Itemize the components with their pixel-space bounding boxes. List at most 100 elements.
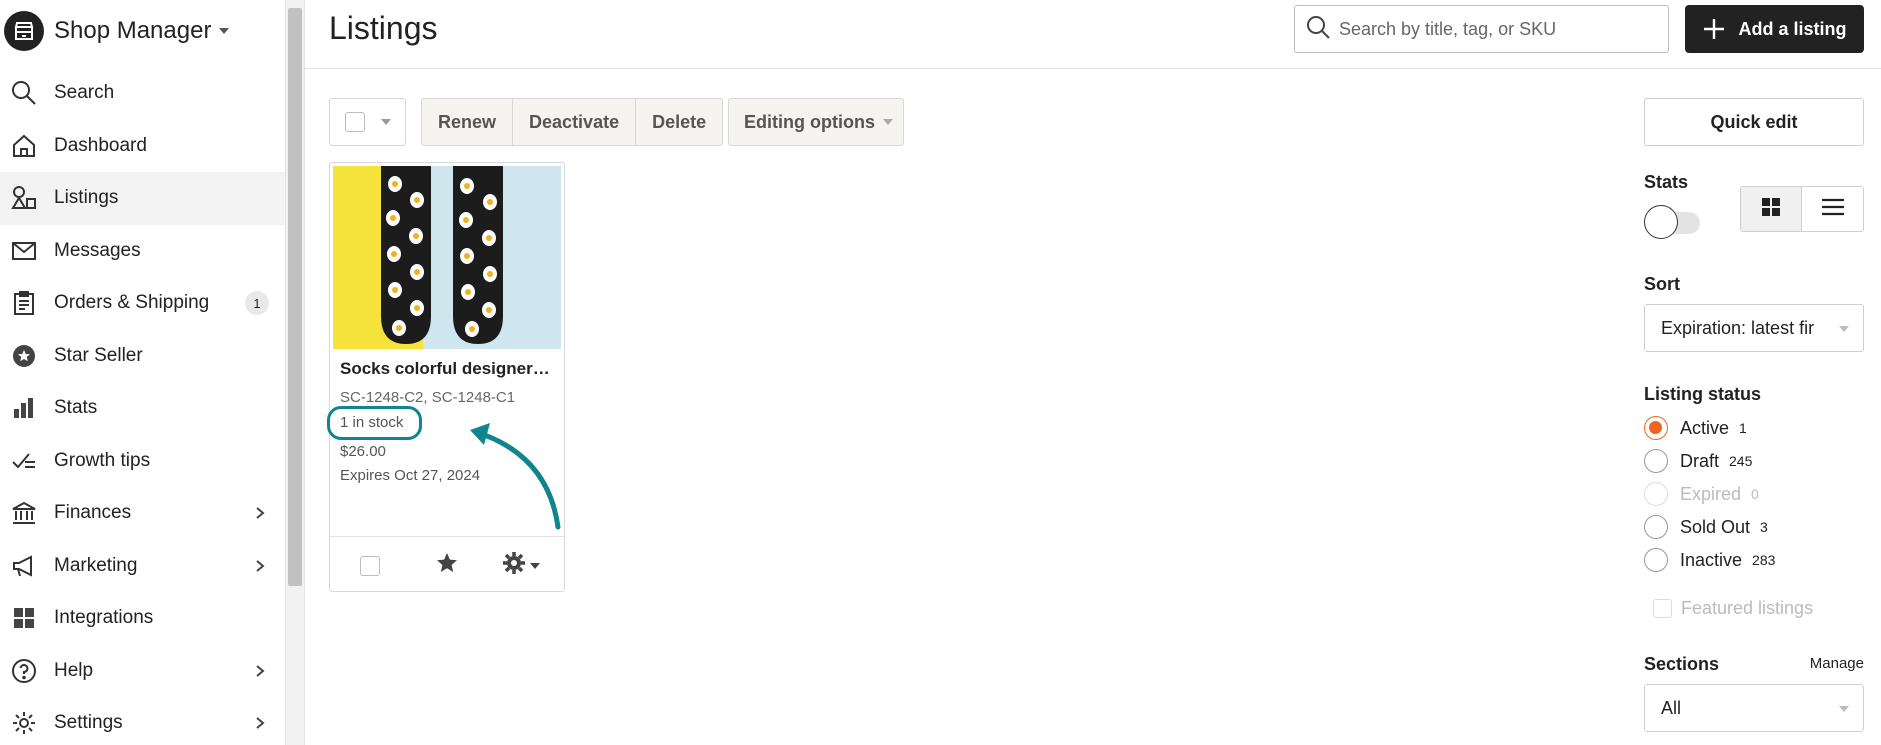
sidebar-scrollbar-thumb[interactable]	[288, 8, 302, 586]
sidebar-item-label: Orders & Shipping	[54, 292, 210, 314]
chevron-down-icon	[1839, 326, 1849, 332]
status-draft-radio[interactable]	[1644, 449, 1668, 473]
chevron-down-icon	[1839, 706, 1849, 712]
editing-options-dropdown[interactable]: Editing options	[728, 98, 904, 146]
mail-icon	[10, 237, 38, 265]
chevron-down-icon	[530, 562, 540, 569]
featured-listings-filter: Featured listings	[1644, 598, 1813, 619]
star-badge-icon	[10, 342, 38, 370]
sort-select[interactable]: Expiration: latest fir	[1644, 304, 1864, 352]
listing-sku: SC-1248-C2, SC-1248-C1	[340, 389, 516, 406]
listing-settings-menu[interactable]	[502, 551, 540, 580]
sidebar-item-help[interactable]: Help	[0, 645, 285, 698]
bank-icon	[10, 499, 38, 527]
bar-chart-icon	[10, 394, 38, 422]
chevron-right-icon	[253, 716, 267, 730]
page-title: Listings	[329, 10, 438, 46]
status-option-count: 0	[1751, 486, 1759, 502]
sidebar-item-marketing[interactable]: Marketing	[0, 540, 285, 593]
status-option-label: Sold Out	[1680, 516, 1751, 537]
feature-star-icon[interactable]	[435, 551, 459, 580]
stats-toggle[interactable]	[1644, 205, 1700, 239]
view-mode-toggle	[1740, 186, 1864, 232]
sections-label: Sections	[1644, 654, 1720, 674]
status-expired-radio	[1644, 482, 1668, 506]
sidebar-item-finances[interactable]: Finances	[0, 487, 285, 540]
sections-selected-value: All	[1661, 697, 1682, 718]
status-inactive-option[interactable]: Inactive 283	[1644, 547, 1775, 573]
sidebar-item-label: Integrations	[54, 607, 154, 629]
sidebar-item-label: Stats	[54, 397, 98, 419]
listing-card-footer	[330, 536, 564, 592]
sort-label: Sort	[1644, 274, 1680, 294]
sidebar-item-label: Listings	[54, 187, 119, 209]
list-view-icon	[1821, 197, 1845, 222]
shop-manager-menu[interactable]: Shop Manager	[4, 10, 230, 52]
sections-select[interactable]: All	[1644, 684, 1864, 732]
sidebar: Shop Manager Search Dashboard Listings M…	[0, 0, 285, 745]
sidebar-item-dashboard[interactable]: Dashboard	[0, 120, 285, 173]
gear-icon	[502, 551, 526, 580]
listing-filters-panel: Quick edit Stats Sort Expiration: latest…	[1644, 0, 1864, 745]
select-all-dropdown[interactable]	[329, 98, 406, 146]
grid-icon	[10, 604, 38, 632]
sidebar-item-label: Search	[54, 82, 115, 104]
sidebar-item-label: Growth tips	[54, 449, 151, 471]
quick-edit-button[interactable]: Quick edit	[1644, 98, 1864, 146]
select-all-checkbox[interactable]	[345, 112, 365, 132]
listing-price: $26.00	[340, 443, 386, 460]
editing-options-label: Editing options	[744, 111, 875, 132]
sidebar-item-orders-shipping[interactable]: Orders & Shipping 1	[0, 277, 285, 330]
delete-button[interactable]: Delete	[636, 99, 722, 145]
growth-icon	[10, 447, 38, 475]
listing-thumbnail[interactable]	[333, 166, 561, 349]
sidebar-nav: Search Dashboard Listings Messages Order…	[0, 67, 285, 745]
chevron-down-icon	[381, 119, 391, 125]
listing-title[interactable]: Socks colorful designer…	[340, 359, 558, 379]
status-sold-out-option[interactable]: Sold Out 3	[1644, 514, 1768, 540]
status-inactive-radio[interactable]	[1644, 548, 1668, 572]
listing-search-box[interactable]	[1294, 5, 1669, 53]
annotation-arrow	[470, 423, 561, 530]
status-option-label: Inactive	[1680, 549, 1743, 570]
sidebar-item-search[interactable]: Search	[0, 67, 285, 120]
shop-logo-icon	[4, 11, 44, 51]
sort-selected-value: Expiration: latest fir	[1661, 317, 1815, 338]
status-active-radio[interactable]	[1644, 416, 1668, 440]
help-icon	[10, 657, 38, 685]
status-option-label: Expired	[1680, 483, 1742, 504]
status-option-count: 3	[1760, 519, 1768, 535]
sidebar-item-stats[interactable]: Stats	[0, 382, 285, 435]
listing-select-checkbox[interactable]	[360, 556, 380, 576]
grid-view-button[interactable]	[1741, 187, 1803, 231]
status-option-count: 283	[1752, 552, 1776, 568]
chevron-down-icon	[219, 28, 230, 34]
sidebar-item-label: Star Seller	[54, 344, 143, 366]
status-active-option[interactable]: Active 1	[1644, 415, 1747, 441]
sidebar-item-settings[interactable]: Settings	[0, 697, 285, 745]
sidebar-item-star-seller[interactable]: Star Seller	[0, 330, 285, 383]
status-option-count: 245	[1729, 453, 1753, 469]
featured-listings-checkbox	[1653, 599, 1672, 618]
bulk-action-group: Renew Deactivate Delete	[421, 98, 724, 146]
sidebar-item-label: Finances	[54, 502, 132, 524]
megaphone-icon	[10, 552, 38, 580]
status-sold-out-radio[interactable]	[1644, 515, 1668, 539]
chevron-down-icon	[882, 119, 893, 125]
sidebar-item-messages[interactable]: Messages	[0, 225, 285, 278]
sidebar-item-integrations[interactable]: Integrations	[0, 592, 285, 645]
status-draft-option[interactable]: Draft 245	[1644, 448, 1752, 474]
chevron-right-icon	[253, 559, 267, 573]
deactivate-button[interactable]: Deactivate	[513, 99, 637, 145]
sidebar-item-listings[interactable]: Listings	[0, 172, 285, 225]
manage-sections-link[interactable]: Manage	[1810, 655, 1864, 672]
clipboard-icon	[10, 289, 38, 317]
renew-button[interactable]: Renew	[422, 99, 514, 145]
listing-search-input[interactable]	[1339, 18, 1639, 40]
list-view-button[interactable]	[1802, 187, 1863, 231]
search-icon	[1305, 14, 1331, 45]
stats-label: Stats	[1644, 172, 1689, 192]
sidebar-item-growth-tips[interactable]: Growth tips	[0, 435, 285, 488]
sidebar-item-label: Marketing	[54, 554, 138, 576]
sidebar-item-label: Dashboard	[54, 134, 147, 156]
